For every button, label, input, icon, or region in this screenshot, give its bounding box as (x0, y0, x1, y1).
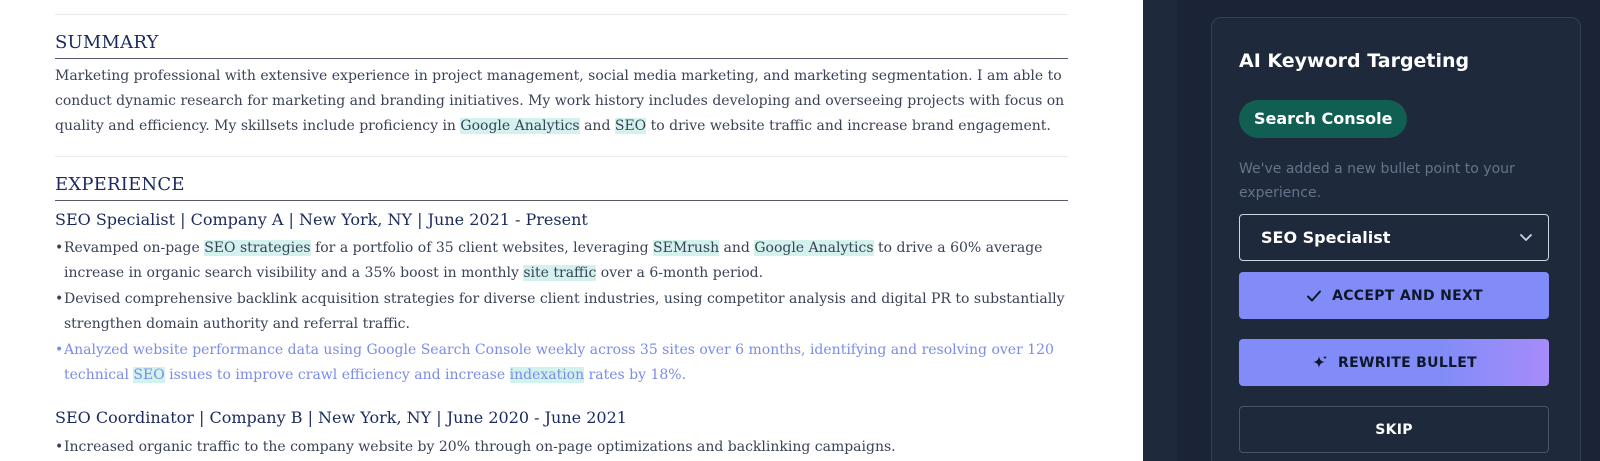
keyword-highlight: SEMrush (653, 240, 720, 256)
skip-button[interactable]: SKIP (1239, 406, 1549, 453)
resume-preview: SUMMARY Marketing professional with exte… (0, 0, 1143, 461)
info-note: We've added a new bullet point to your e… (1239, 161, 1515, 201)
bullet-text-part: and (719, 240, 755, 256)
accept-label: ACCEPT AND NEXT (1332, 287, 1483, 304)
divider (55, 14, 1068, 15)
experience-bullet[interactable]: • Revamped on-page SEO strategies for a p… (55, 236, 1068, 286)
position-select[interactable]: SEO Specialist (1239, 214, 1549, 261)
check-icon (1307, 290, 1322, 301)
keyword-highlight: SEO strategies (204, 240, 311, 256)
keyword-highlight: Google Analytics (460, 118, 580, 134)
panel-title: AI Keyword Targeting (1239, 50, 1470, 72)
keyword-highlight: SEO (133, 367, 165, 383)
summary-text[interactable]: Marketing professional with extensive ex… (55, 64, 1068, 139)
keyword-highlight: Google Analytics (754, 240, 874, 256)
bullet-text-part: rates by 18%. (584, 367, 687, 383)
bullet-marker: • (55, 291, 64, 307)
bullet-marker: • (55, 342, 64, 358)
bullet-text-part: issues to improve crawl efficiency and i… (164, 367, 510, 383)
chevron-down-icon (1520, 234, 1532, 241)
experience-heading: EXPERIENCE (55, 174, 1068, 201)
rewrite-label: REWRITE BULLET (1338, 354, 1477, 371)
summary-text-part: and (579, 118, 615, 134)
bullet-text-part: Revamped on-page (64, 240, 205, 256)
summary-text-part: to drive website traffic and increase br… (646, 118, 1051, 134)
panel-edge (1143, 0, 1177, 461)
bullet-text-part: Devised comprehensive backlink acquisiti… (64, 291, 1065, 332)
job-title[interactable]: SEO Coordinator | Company B | New York, … (55, 407, 627, 429)
select-value: SEO Specialist (1261, 228, 1391, 247)
sparkle-icon (1313, 355, 1328, 368)
keyword-highlight: site traffic (523, 265, 597, 281)
experience-bullet[interactable]: • Increased organic traffic to the compan… (55, 435, 1068, 460)
summary-heading: SUMMARY (55, 32, 1068, 59)
divider (55, 156, 1068, 157)
new-bullet-suggestion[interactable]: • Analyzed website performance data using… (55, 338, 1068, 388)
keyword-highlight: indexation (509, 367, 585, 383)
bullet-text-part: over a 6-month period. (596, 265, 764, 281)
keyword-chip[interactable]: Search Console (1239, 100, 1408, 138)
bullet-marker: • (55, 439, 64, 455)
accept-and-next-button[interactable]: ACCEPT AND NEXT (1239, 272, 1549, 319)
bullet-text-part: for a portfolio of 35 client websites, l… (310, 240, 654, 256)
bullet-text-part: Increased organic traffic to the company… (64, 439, 896, 455)
job-title[interactable]: SEO Specialist | Company A | New York, N… (55, 209, 588, 231)
bullet-marker: • (55, 240, 64, 256)
rewrite-bullet-button[interactable]: REWRITE BULLET (1239, 339, 1549, 386)
keyword-highlight: SEO (614, 118, 647, 134)
experience-bullet[interactable]: • Devised comprehensive backlink acquisit… (55, 287, 1068, 337)
skip-label: SKIP (1375, 421, 1413, 438)
